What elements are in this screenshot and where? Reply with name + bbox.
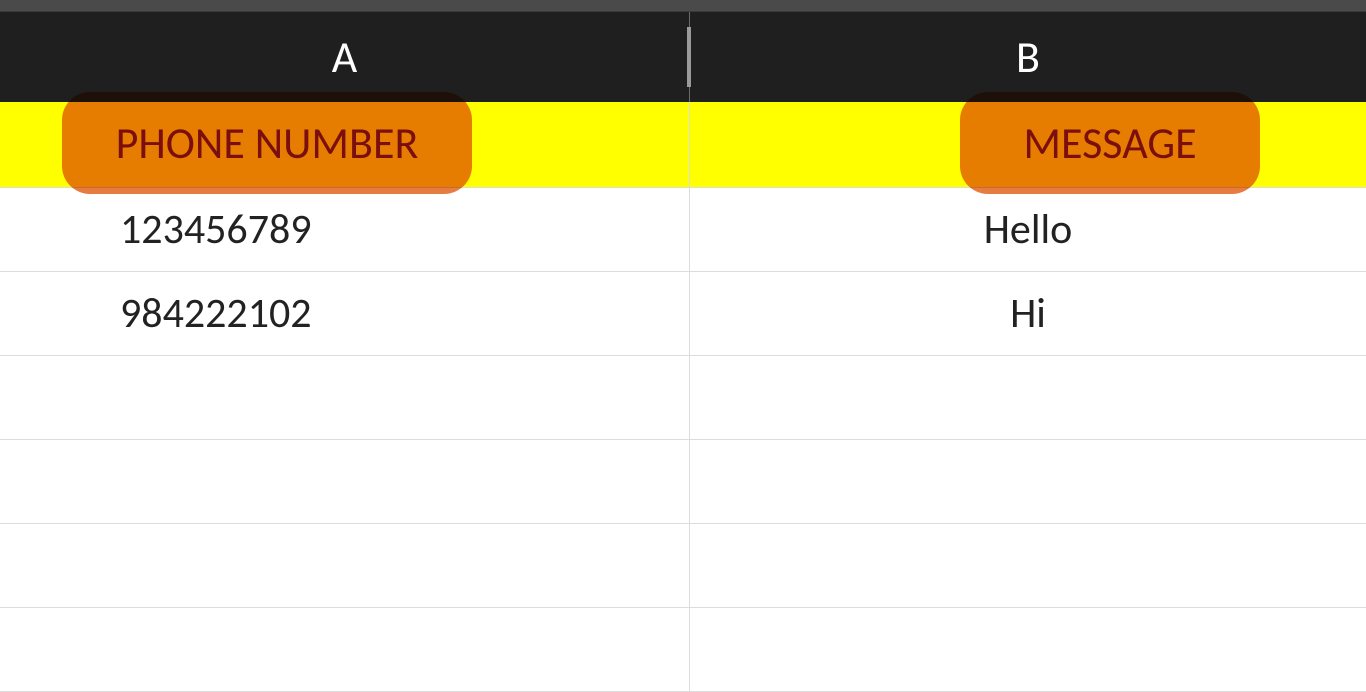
table-row [0, 440, 1366, 524]
cell-b2[interactable]: Hello [690, 188, 1366, 271]
cell-b4[interactable] [690, 356, 1366, 439]
table-row: 123456789 Hello [0, 188, 1366, 272]
cell-value: Hi [1010, 288, 1046, 339]
cell-a1[interactable] [0, 102, 690, 187]
column-header-a[interactable]: A [0, 12, 690, 102]
cell-a4[interactable] [0, 356, 690, 439]
cell-b6[interactable] [690, 524, 1366, 607]
cell-b1[interactable] [690, 102, 1366, 187]
table-row [0, 356, 1366, 440]
cell-value: 984222102 [120, 288, 312, 339]
column-header-b[interactable]: B [690, 12, 1366, 102]
worksheet-grid: PHONE NUMBER MESSAGE 123456789 Hello 984… [0, 102, 1366, 692]
column-header-b-label: B [1016, 30, 1040, 84]
cell-b7[interactable] [690, 608, 1366, 691]
cell-a3[interactable]: 984222102 [0, 272, 690, 355]
cell-a2[interactable]: 123456789 [0, 188, 690, 271]
table-row [0, 608, 1366, 692]
cell-a5[interactable] [0, 440, 690, 523]
header-row: PHONE NUMBER MESSAGE [0, 102, 1366, 188]
cell-a7[interactable] [0, 608, 690, 691]
cell-b3[interactable]: Hi [690, 272, 1366, 355]
title-bar-fragment [0, 0, 1366, 12]
table-row [0, 524, 1366, 608]
table-row: 984222102 Hi [0, 272, 1366, 356]
column-header-a-label: A [332, 30, 357, 84]
cell-a6[interactable] [0, 524, 690, 607]
cell-value: 123456789 [120, 204, 312, 255]
column-header-row: A B [0, 12, 1366, 102]
cell-b5[interactable] [690, 440, 1366, 523]
cell-value: Hello [984, 204, 1073, 255]
